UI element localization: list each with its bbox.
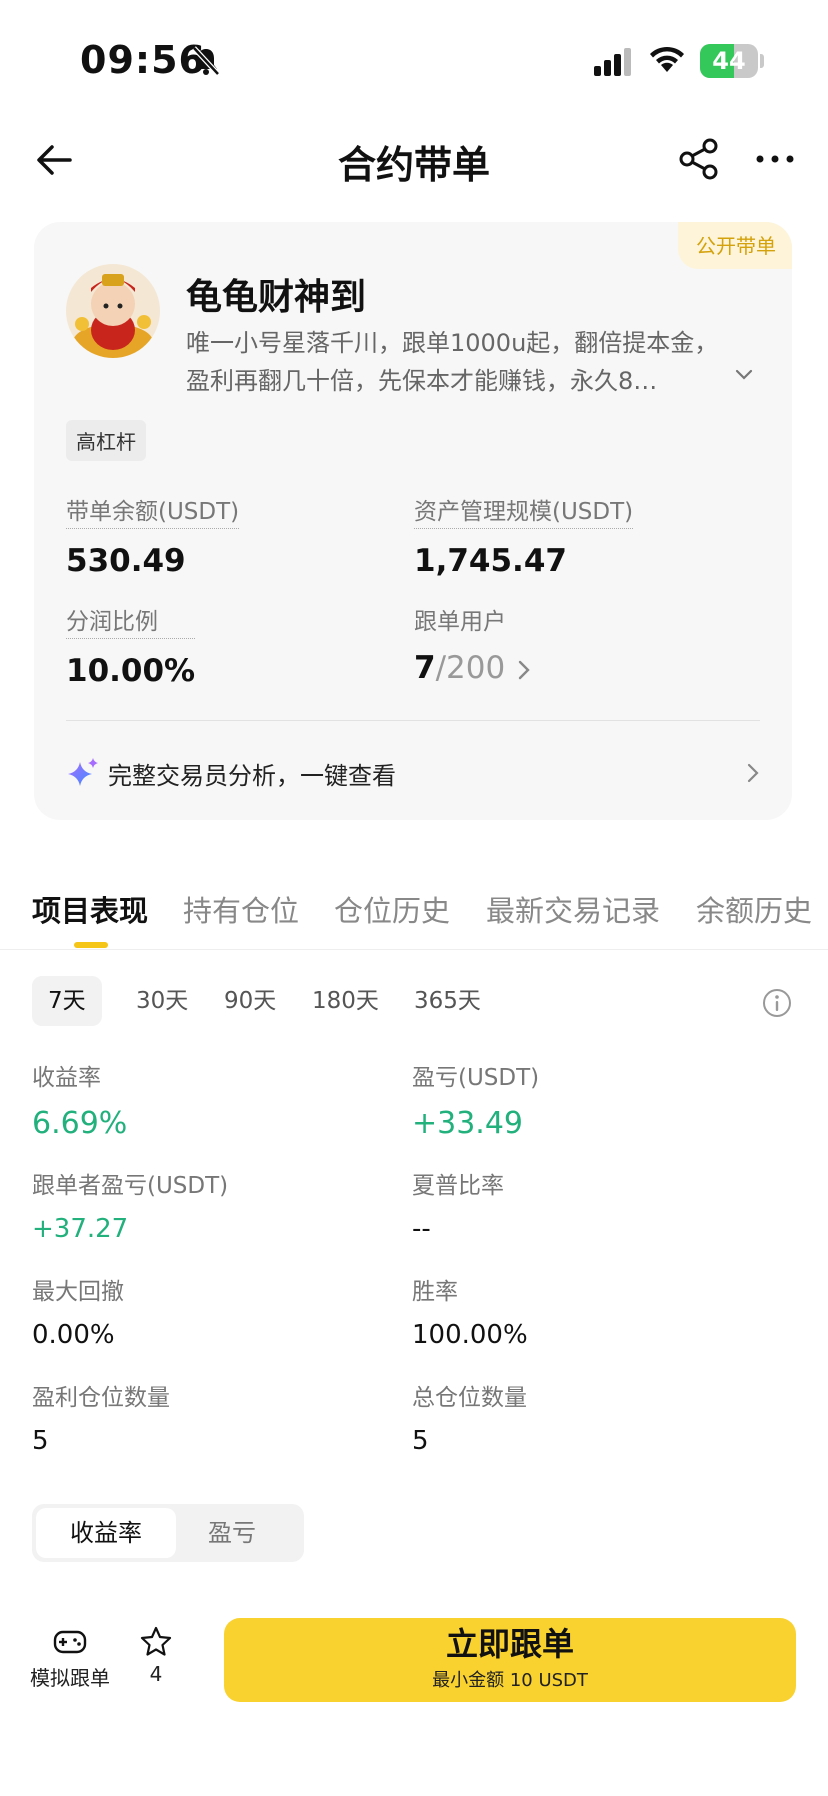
period-365d[interactable]: 365天 [398,976,497,1026]
more-dots-icon[interactable] [752,136,798,182]
card-divider [66,720,760,721]
demo-copy-label: 模拟跟单 [30,1666,110,1690]
section-tabs: 项目表现 持有仓位 仓位历史 最新交易记录 余额历史 [0,880,828,950]
top-nav: 合约带单 [0,120,828,200]
follower-pnl-metric: 跟单者盈亏(USDT) +37.27 [32,1166,228,1244]
trader-name: 龟龟财神到 [186,277,367,318]
drawdown-value: 0.00% [32,1320,115,1350]
roi-label: 收益率 [32,1065,101,1091]
active-tab-indicator [74,942,108,948]
followers-count: 7 [414,650,436,686]
favorite-button[interactable]: 4 [140,1626,172,1686]
win-positions-metric: 盈利仓位数量 5 [32,1378,170,1456]
profit-share-value: 10.00% [66,653,196,689]
winrate-value: 100.00% [412,1320,528,1350]
aum-label[interactable]: 资产管理规模(USDT) [414,492,634,529]
chevron-right-icon [747,763,759,783]
winrate-label: 胜率 [412,1279,458,1305]
sparkle-icon [68,758,98,786]
min-amount-label: 最小金额 10 USDT [432,1670,588,1691]
followers-value[interactable]: 7/200 [414,650,531,686]
period-7d[interactable]: 7天 [32,976,102,1026]
info-icon[interactable] [762,988,792,1018]
total-positions-value: 5 [412,1426,429,1456]
demo-copy-button[interactable]: 模拟跟单 [30,1626,110,1691]
sharpe-value: -- [412,1214,431,1244]
trader-card: 公开带单 龟龟财神到 唯一小号星落千川，跟单1000u起，翻倍提本金，盈利再翻几… [34,222,792,820]
status-time: 09:56 [80,38,206,82]
roi-metric: 收益率 6.69% [32,1058,127,1141]
battery-level: 44 [712,47,746,75]
tab-position-history[interactable]: 仓位历史 [334,888,450,930]
copy-now-label: 立即跟单 [445,1625,574,1663]
battery-icon: 44 [700,44,758,78]
analysis-text: 完整交易员分析，一键查看 [108,762,396,790]
drawdown-label: 最大回撤 [32,1279,124,1305]
period-90d[interactable]: 90天 [208,976,292,1026]
followers-label: 跟单用户 [414,609,506,635]
sharpe-metric: 夏普比率 -- [412,1166,504,1244]
follower-pnl-label: 跟单者盈亏(USDT) [32,1173,229,1199]
drawdown-metric: 最大回撤 0.00% [32,1272,124,1350]
status-bar: 09:56 44 [0,0,828,120]
star-icon [140,1626,172,1656]
high-leverage-tag: 高杠杆 [66,420,146,461]
pnl-value: +33.49 [412,1106,524,1141]
cellular-signal-icon [594,48,631,76]
total-positions-label: 总仓位数量 [412,1385,527,1411]
aum-stat: 资产管理规模(USDT) 1,745.47 [414,492,634,579]
follower-pnl-value: +37.27 [32,1214,129,1244]
share-icon[interactable] [676,136,722,182]
wifi-icon [650,46,684,72]
sharpe-label: 夏普比率 [412,1173,504,1199]
toggle-roi[interactable]: 收益率 [36,1508,176,1558]
trader-analysis-link[interactable]: 完整交易员分析，一键查看 [66,742,760,802]
period-180d[interactable]: 180天 [296,976,395,1026]
trader-avatar[interactable] [66,264,160,358]
expand-chevron-icon[interactable] [734,368,754,382]
toggle-pnl[interactable]: 盈亏 [162,1508,302,1558]
bottom-action-bar: 模拟跟单 4 立即跟单 最小金额 10 USDT [0,1600,828,1720]
tab-balance-history[interactable]: 余额历史 [696,888,812,930]
bell-muted-icon [192,46,220,76]
roi-value: 6.69% [32,1106,128,1141]
win-positions-label: 盈利仓位数量 [32,1385,170,1411]
trader-description: 唯一小号星落千川，跟单1000u起，翻倍提本金，盈利再翻几十倍，先保本才能赚钱，… [186,329,719,395]
chevron-right-icon [519,660,530,679]
period-30d[interactable]: 30天 [120,976,204,1026]
lead-balance-value: 530.49 [66,543,186,579]
copy-now-button[interactable]: 立即跟单 最小金额 10 USDT [224,1618,796,1702]
lead-balance-label[interactable]: 带单余额(USDT) [66,492,240,529]
win-positions-value: 5 [32,1426,49,1456]
profit-share-label[interactable]: 分润比例 [66,602,196,639]
pnl-label: 盈亏(USDT) [412,1065,540,1091]
favorite-count: 4 [149,1662,163,1686]
profit-share-stat: 分润比例 10.00% [66,602,196,689]
winrate-metric: 胜率 100.00% [412,1272,528,1350]
chart-type-toggle: 收益率 盈亏 [32,1504,304,1562]
lead-balance-stat: 带单余额(USDT) 530.49 [66,492,240,579]
pnl-metric: 盈亏(USDT) +33.49 [412,1058,539,1141]
gamepad-icon [53,1630,87,1654]
public-lead-badge: 公开带单 [678,222,792,269]
followers-stat[interactable]: 跟单用户 7/200 [414,602,531,686]
tab-latest-trades[interactable]: 最新交易记录 [486,888,660,930]
aum-value: 1,745.47 [414,543,567,579]
tab-positions[interactable]: 持有仓位 [183,888,299,930]
followers-max: /200 [435,650,506,686]
total-positions-metric: 总仓位数量 5 [412,1378,527,1456]
tab-performance[interactable]: 项目表现 [32,888,148,930]
